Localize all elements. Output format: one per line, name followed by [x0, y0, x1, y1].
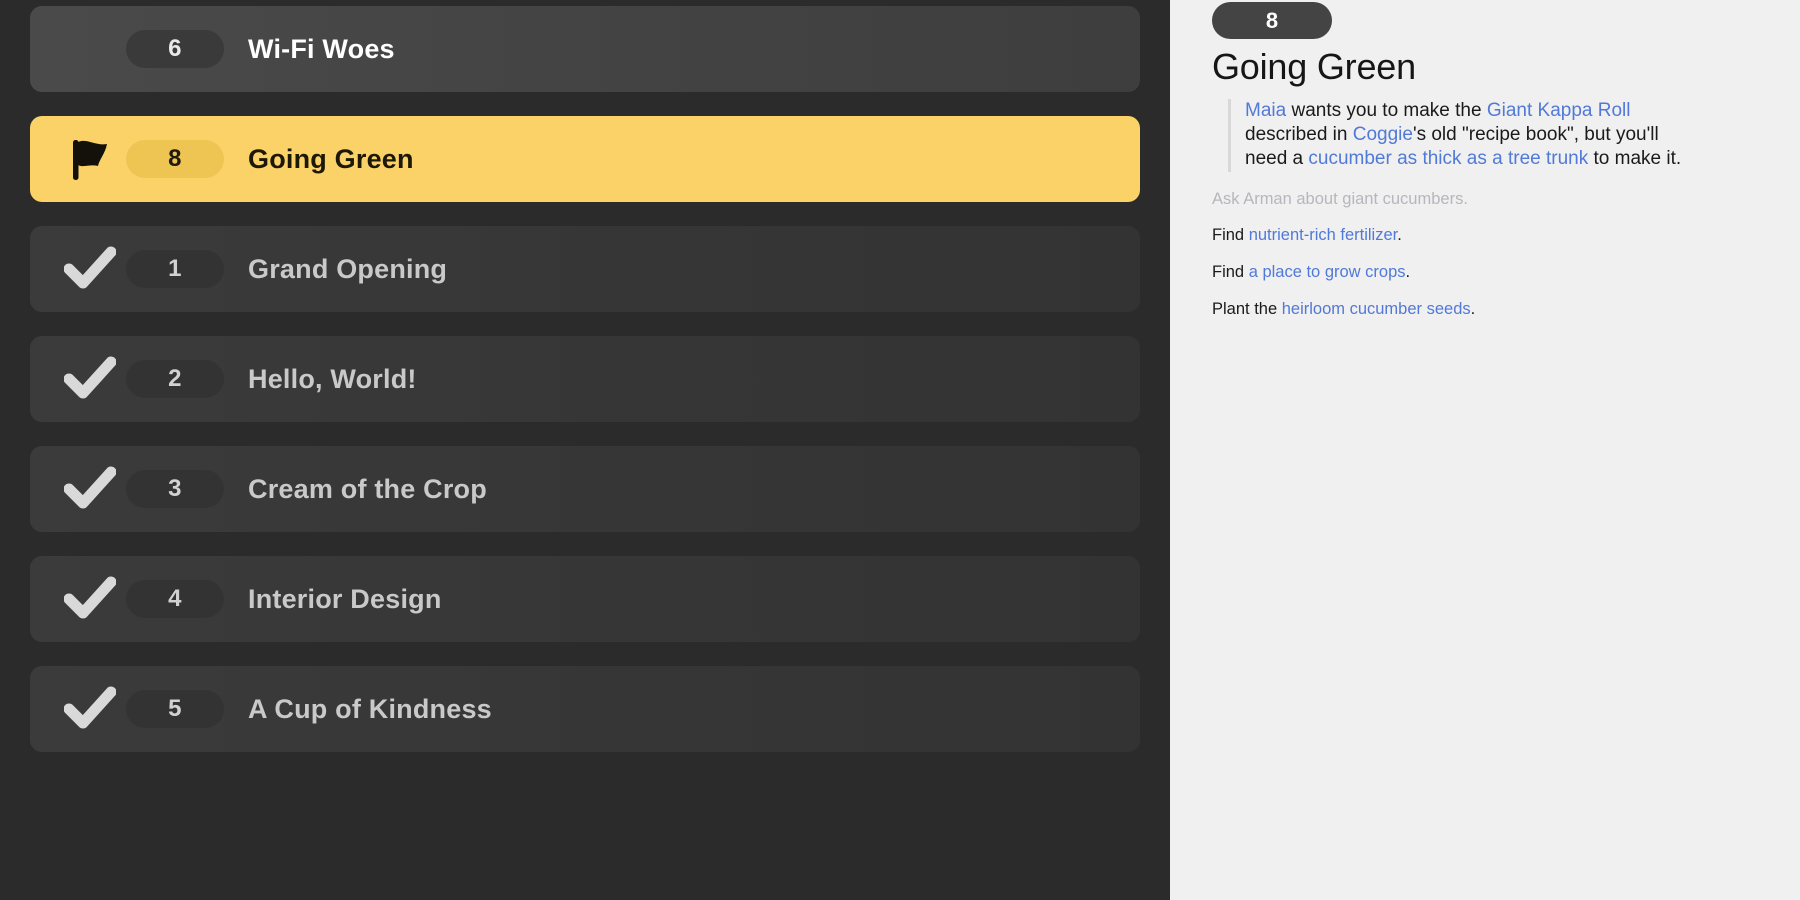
objective-link[interactable]: Arman	[1243, 190, 1292, 208]
flag-icon	[62, 131, 118, 187]
description-link[interactable]: Maia	[1245, 100, 1286, 121]
quest-title-heading: Going Green	[1212, 46, 1416, 87]
objective-item: Plant the heirloom cucumber seeds.	[1212, 300, 1760, 320]
objective-item: Ask Arman about giant cucumbers.	[1212, 190, 1760, 210]
quest-list-panel: 6 Wi-Fi Woes 8 Going Green 1 Grand Opening 2 He…	[0, 0, 1170, 900]
objective-text: .	[1470, 299, 1476, 318]
quest-list-item[interactable]: 1 Grand Opening	[30, 226, 1140, 312]
description-link[interactable]: cucumber as thick as a tree trunk	[1308, 148, 1588, 169]
quest-list-item-label: Cream of the Crop	[248, 473, 487, 504]
quest-list-item-label: Hello, World!	[248, 363, 417, 394]
objective-item: Find a place to grow crops.	[1212, 263, 1760, 283]
objective-text: Find	[1212, 263, 1249, 282]
objective-link[interactable]: giant cucumbers	[1342, 190, 1463, 208]
quest-number-chip: 6	[126, 30, 224, 68]
quest-list-item[interactable]: 2 Hello, World!	[30, 336, 1140, 422]
quest-journal-screen: 6 Wi-Fi Woes 8 Going Green 1 Grand Opening 2 He…	[0, 0, 1800, 900]
quest-list-item-label: Going Green	[248, 143, 414, 174]
description-text: described in	[1245, 123, 1353, 145]
quest-list-item[interactable]: 3 Cream of the Crop	[30, 446, 1140, 532]
description-link[interactable]: Giant Kappa Roll	[1487, 100, 1631, 121]
quest-number-chip: 2	[126, 360, 224, 398]
quest-number-chip: 4	[126, 580, 224, 618]
objective-text: Find	[1212, 226, 1249, 245]
quest-list: 6 Wi-Fi Woes 8 Going Green 1 Grand Opening 2 He…	[0, 0, 1170, 776]
quest-number-chip: 1	[126, 250, 224, 288]
quest-description: Maia wants you to make the Giant Kappa R…	[1228, 98, 1698, 172]
quest-list-item[interactable]: 6 Wi-Fi Woes	[30, 6, 1140, 92]
objective-item: Find nutrient-rich fertilizer.	[1212, 226, 1760, 246]
quest-list-item[interactable]: 5 A Cup of Kindness	[30, 666, 1140, 752]
objective-text: about	[1291, 189, 1343, 208]
quest-number-chip: 8	[126, 140, 224, 178]
quest-detail-panel: 8 Going Green Maia wants you to make the…	[1170, 0, 1800, 900]
objective-list: Ask Arman about giant cucumbers. Find nut…	[1212, 190, 1760, 320]
objective-link[interactable]: heirloom cucumber seeds	[1282, 300, 1471, 318]
description-link[interactable]: Coggie	[1353, 124, 1413, 145]
objective-text: .	[1405, 263, 1411, 282]
objective-link[interactable]: nutrient-rich fertilizer	[1249, 226, 1398, 244]
check-icon	[62, 461, 118, 517]
check-icon	[62, 571, 118, 627]
check-icon	[62, 241, 118, 297]
quest-number-chip: 5	[126, 690, 224, 728]
objective-text: .	[1463, 189, 1468, 208]
objective-link[interactable]: a place to grow crops	[1249, 263, 1406, 281]
quest-list-item-label: Grand Opening	[248, 253, 448, 284]
quest-list-item-label: Wi-Fi Woes	[248, 33, 395, 64]
quest-number-chip: 3	[126, 470, 224, 508]
quest-list-item[interactable]: 4 Interior Design	[30, 556, 1140, 642]
check-icon	[62, 681, 118, 737]
quest-list-item-label: Interior Design	[248, 583, 442, 614]
objective-text: .	[1397, 226, 1402, 245]
objective-text: Plant the	[1212, 299, 1282, 318]
quest-number-badge: 8	[1212, 2, 1332, 39]
quest-list-item-label: A Cup of Kindness	[248, 693, 492, 724]
check-icon	[62, 351, 118, 407]
quest-list-item[interactable]: 8 Going Green	[30, 116, 1140, 202]
objective-text: Ask	[1212, 189, 1244, 208]
description-text: to make it.	[1588, 148, 1682, 170]
description-text: wants you to make the	[1286, 99, 1487, 121]
